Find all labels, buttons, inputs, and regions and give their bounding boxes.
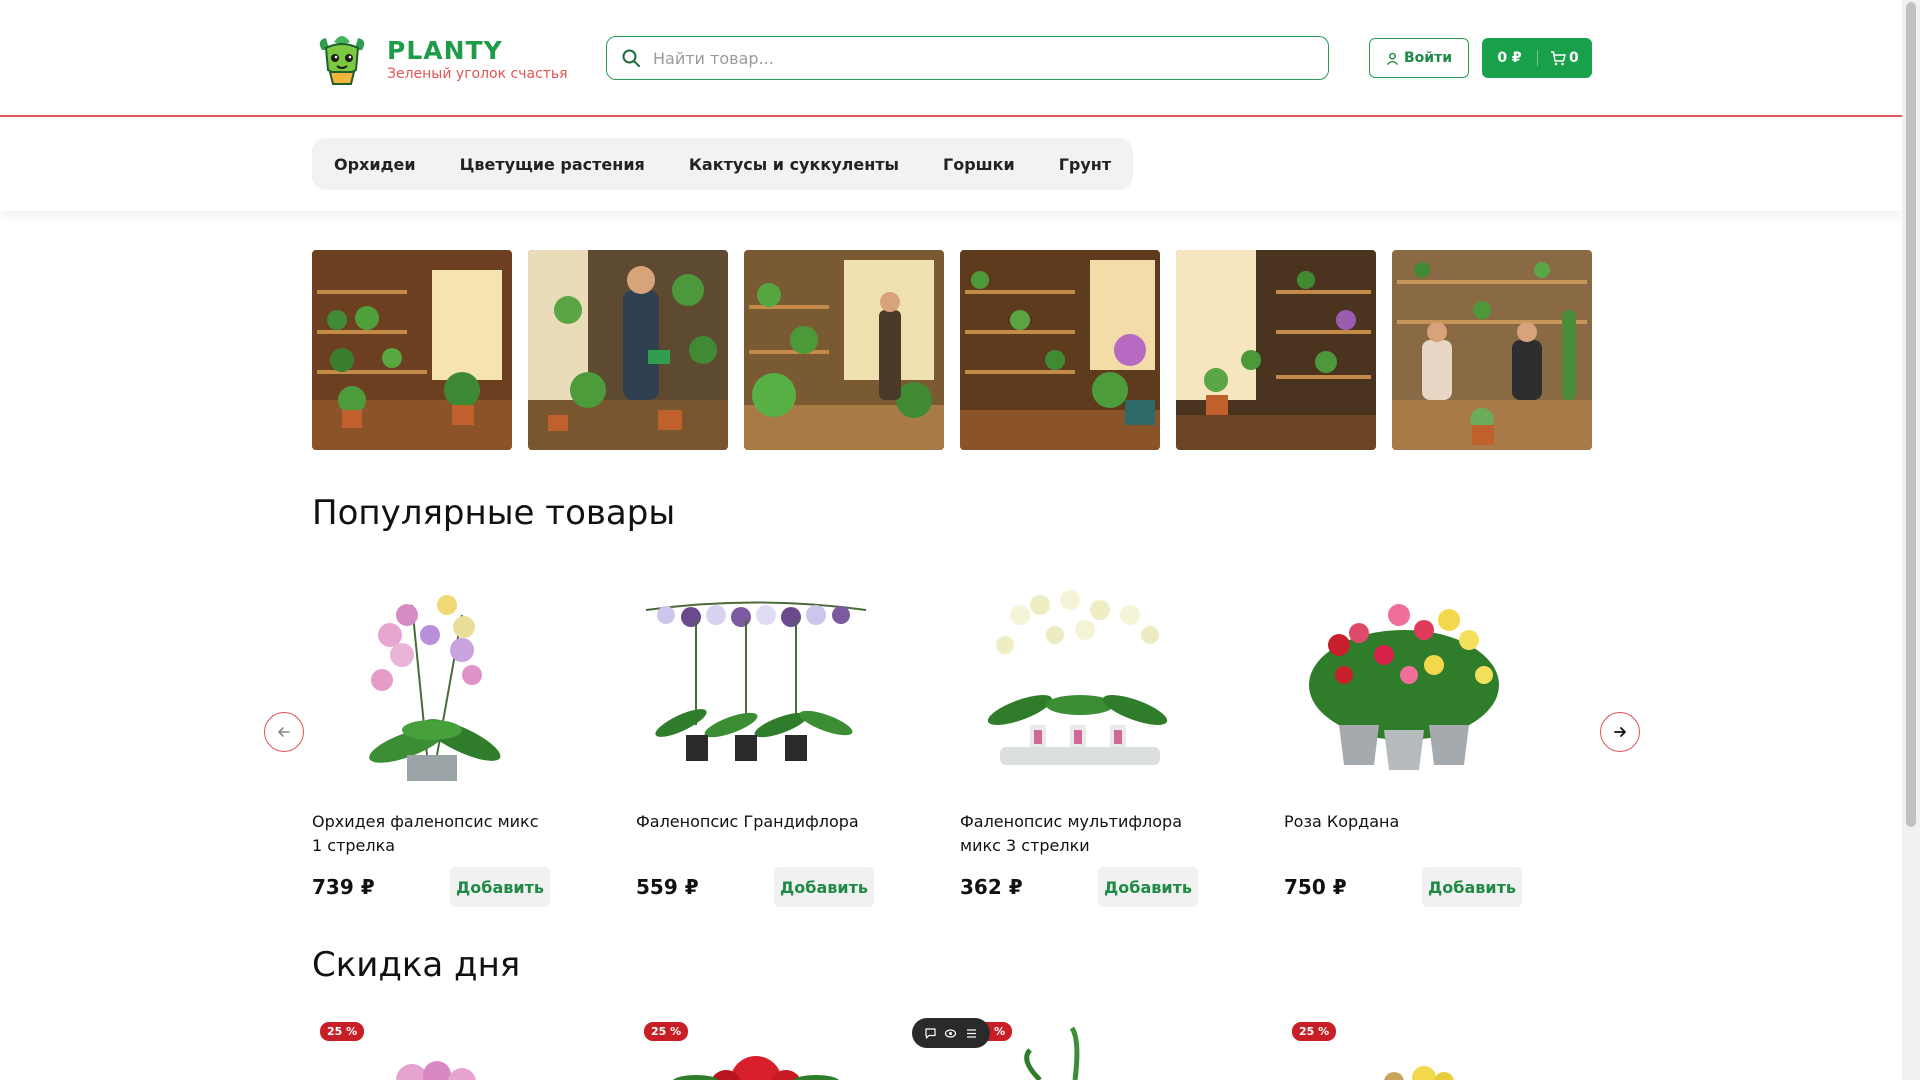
eye-icon[interactable]	[944, 1027, 957, 1040]
product-card[interactable]: Орхидея фаленопсис микс 1 стрелка 739 ₽ …	[312, 575, 552, 907]
category-nav: Орхидеи Цветущие растения Кактусы и сукк…	[312, 138, 1134, 190]
product-price: 362 ₽	[960, 875, 1023, 899]
add-to-cart-button[interactable]: Добавить	[1422, 867, 1522, 907]
nav-item-pots[interactable]: Горшки	[943, 155, 1015, 174]
cart-icon	[1551, 51, 1566, 66]
story-photo[interactable]	[1176, 250, 1376, 450]
product-image[interactable]	[312, 575, 552, 785]
nav-item-flowering[interactable]: Цветущие растения	[460, 155, 645, 174]
story-photo[interactable]	[528, 250, 728, 450]
sale-product-card[interactable]: 25 %	[1284, 1020, 1524, 1080]
add-to-cart-button[interactable]: Добавить	[774, 867, 874, 907]
product-image[interactable]	[636, 575, 876, 785]
discount-badge: 25 %	[320, 1022, 365, 1041]
login-label: Войти	[1403, 50, 1453, 66]
product-name[interactable]: Орхидея фаленопсис микс 1 стрелка	[312, 810, 552, 858]
cart-count: 0	[1569, 50, 1579, 66]
sale-product-card[interactable]: 25 %	[636, 1020, 876, 1080]
page-scrollbar[interactable]	[1902, 0, 1920, 1080]
product-price: 739 ₽	[312, 875, 375, 899]
chat-icon[interactable]	[924, 1027, 937, 1040]
sale-title: Скидка дня	[312, 945, 521, 985]
story-photo[interactable]	[1392, 250, 1592, 450]
product-image[interactable]	[960, 575, 1200, 785]
nav-item-cacti[interactable]: Кактусы и суккуленты	[689, 155, 899, 174]
product-price: 559 ₽	[636, 875, 699, 899]
add-to-cart-button[interactable]: Добавить	[450, 867, 550, 907]
login-button[interactable]: Войти	[1369, 38, 1469, 78]
scrollbar-thumb[interactable]	[1906, 2, 1916, 827]
category-nav-wrapper: Орхидеи Цветущие растения Кактусы и сукк…	[0, 119, 1902, 211]
planty-logo[interactable]	[312, 30, 372, 86]
arrow-right-icon	[1614, 727, 1626, 737]
cart-sum: 0 ₽	[1482, 50, 1538, 66]
discount-badge: 25 %	[644, 1022, 689, 1041]
product-name[interactable]: Роза Кордана	[1284, 810, 1524, 858]
nav-item-soil[interactable]: Грунт	[1059, 155, 1111, 174]
product-card[interactable]: Фаленопсис мультифлора микс 3 стрелки 36…	[960, 575, 1200, 907]
product-name[interactable]: Фаленопсис Грандифлора	[636, 810, 876, 858]
discount-badge: 25 %	[1292, 1022, 1337, 1041]
product-card[interactable]: Роза Кордана 750 ₽ Добавить	[1284, 575, 1524, 907]
brand-slogan: Зеленый уголок счастья	[387, 66, 568, 82]
sale-product-card[interactable]: 25 %	[960, 1020, 1200, 1080]
carousel-next-button[interactable]	[1600, 712, 1640, 752]
brand-name[interactable]: PLANTY	[387, 36, 503, 65]
search-icon	[622, 49, 640, 67]
add-to-cart-button[interactable]: Добавить	[1098, 867, 1198, 907]
product-image[interactable]	[1284, 575, 1524, 785]
site-header: PLANTY Зеленый уголок счастья Войти 0 ₽ …	[0, 0, 1902, 117]
cart-button[interactable]: 0 ₽ 0	[1482, 38, 1592, 78]
story-gallery	[312, 250, 1592, 450]
story-photo[interactable]	[312, 250, 512, 450]
user-icon	[1386, 52, 1399, 65]
product-card[interactable]: Фаленопсис Грандифлора 559 ₽ Добавить	[636, 575, 876, 907]
product-price: 750 ₽	[1284, 875, 1347, 899]
search-box[interactable]	[606, 36, 1329, 80]
search-input[interactable]	[653, 48, 1293, 68]
nav-item-orchids[interactable]: Орхидеи	[334, 155, 416, 174]
menu-icon[interactable]	[965, 1027, 978, 1040]
story-photo[interactable]	[960, 250, 1160, 450]
sale-product-card[interactable]: 25 %	[312, 1020, 552, 1080]
popular-title: Популярные товары	[312, 493, 676, 533]
floating-toolbar	[912, 1018, 990, 1048]
story-photo[interactable]	[744, 250, 944, 450]
arrow-left-icon	[278, 727, 290, 737]
carousel-prev-button[interactable]	[264, 712, 304, 752]
product-name[interactable]: Фаленопсис мультифлора микс 3 стрелки	[960, 810, 1200, 858]
